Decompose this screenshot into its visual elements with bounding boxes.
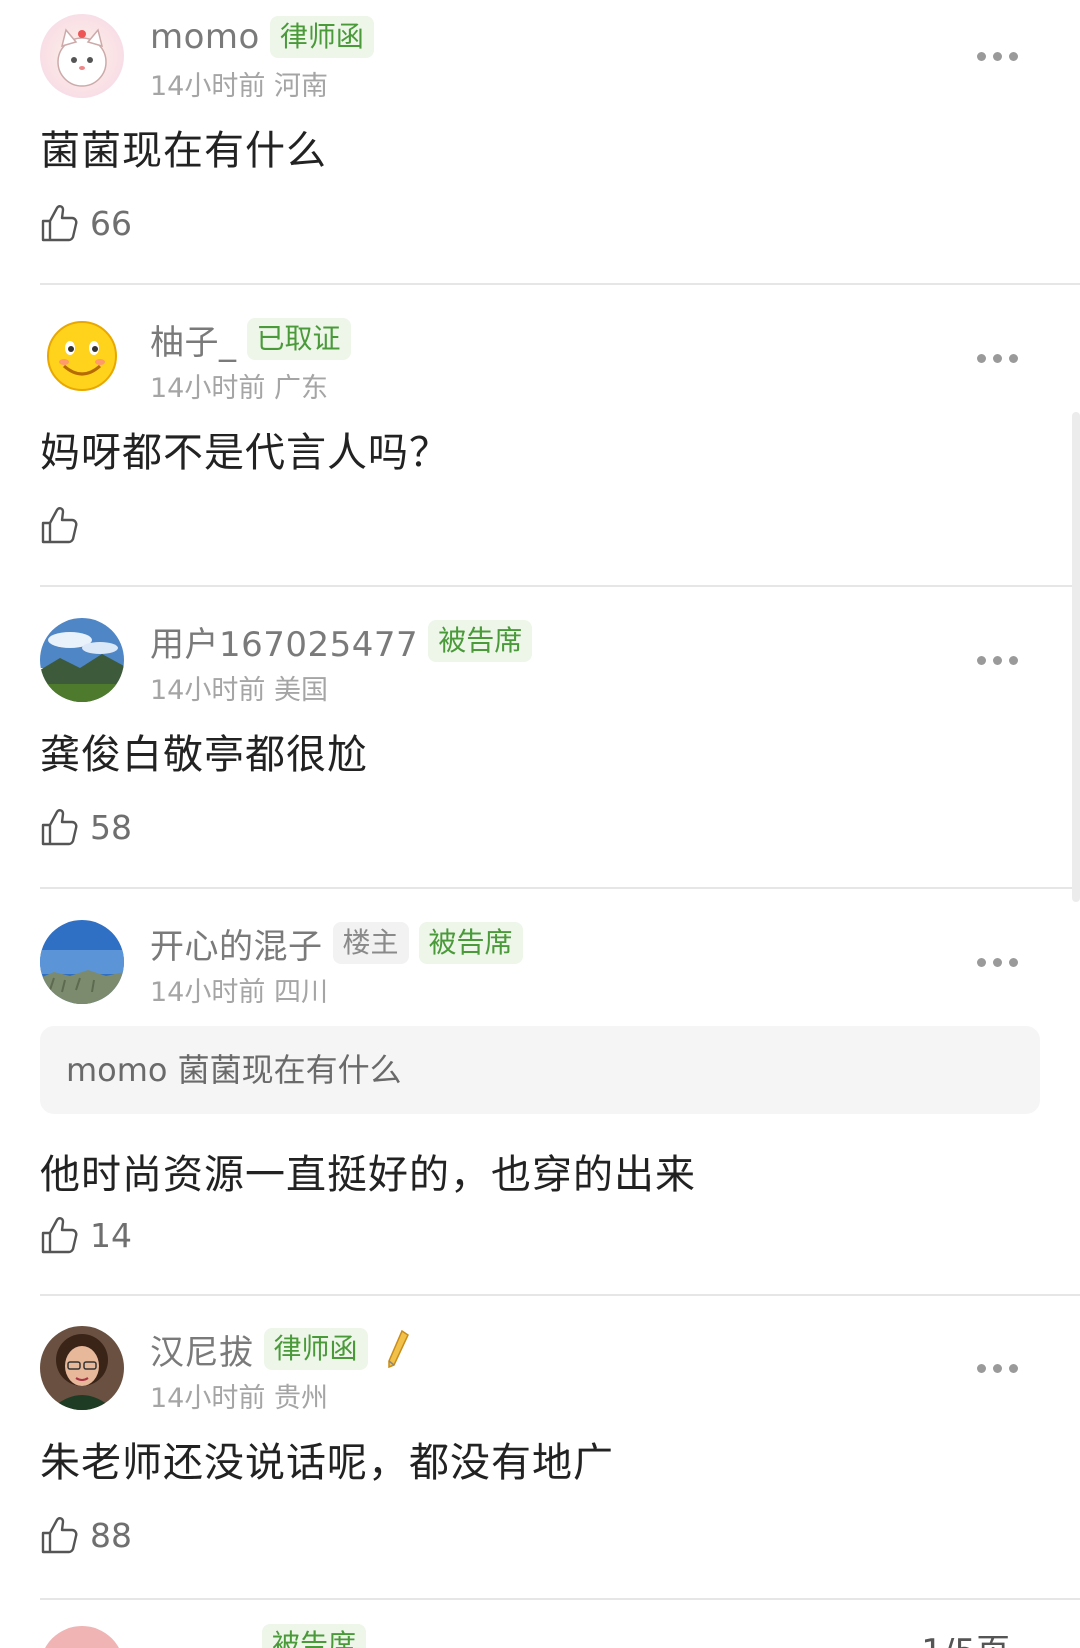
- partial-avatar-icon: [40, 1626, 124, 1648]
- username[interactable]: 开心的混子: [150, 919, 323, 968]
- comment-time: 14小时前: [150, 675, 266, 706]
- comment-text: 菌菌现在有什么: [40, 128, 327, 174]
- thumbs-up-icon: [41, 1517, 78, 1554]
- quoted-reply[interactable]: momo 菌菌现在有什么: [40, 1026, 1040, 1114]
- username[interactable]: 汉尼拔: [150, 1325, 254, 1374]
- comment-text: 朱老师还没说话呢，都没有地广: [40, 1440, 614, 1486]
- like-button[interactable]: 14: [40, 1212, 132, 1258]
- author-badge: 楼主: [332, 922, 409, 964]
- comment-location: 河南: [273, 71, 328, 102]
- comment-location: 广东: [273, 373, 328, 404]
- username[interactable]: 柚子_: [150, 315, 237, 364]
- comment-location: 美国: [273, 675, 328, 706]
- divider: [40, 283, 1080, 285]
- thumbs-up-icon: [41, 809, 78, 846]
- thumbs-up-icon: [41, 507, 78, 544]
- badge: 律师函: [263, 1328, 368, 1370]
- comment-text: 妈呀都不是代言人吗？: [40, 430, 450, 476]
- avatar[interactable]: [40, 1626, 124, 1648]
- like-count: 14: [90, 1215, 132, 1255]
- comment-location: 贵州: [273, 1383, 328, 1414]
- comment-time: 14小时前: [150, 71, 266, 102]
- comment-text: 龚俊白敬亭都很尬: [40, 732, 368, 778]
- like-count: 88: [90, 1515, 132, 1555]
- like-count: 66: [90, 203, 132, 243]
- username[interactable]: 用户167025477: [150, 617, 418, 666]
- name-row: 开心的混子 楼主 被告席: [150, 919, 533, 968]
- comment-meta: 14小时前 河南: [150, 64, 328, 103]
- comment-time: 14小时前: [150, 1383, 266, 1414]
- badge: 被告席: [418, 922, 523, 964]
- avatar[interactable]: [40, 920, 124, 1004]
- comment-meta: 14小时前 广东: [150, 366, 328, 405]
- avatar[interactable]: [40, 1326, 124, 1410]
- pencil-icon: [387, 1329, 409, 1369]
- comment-list-page: momo 律师函 14小时前 河南 菌菌现在有什么 66 柚子_ 已取证 14小…: [0, 0, 1080, 1648]
- avatar[interactable]: [40, 618, 124, 702]
- person-photo-avatar-icon: [40, 1326, 124, 1410]
- comment-time: 14小时前: [150, 977, 266, 1008]
- like-button[interactable]: 66: [40, 200, 132, 246]
- divider: [40, 1598, 1080, 1600]
- divider: [40, 887, 1080, 889]
- landscape-photo-avatar-icon: [40, 618, 124, 702]
- like-button[interactable]: [40, 502, 90, 548]
- comment-meta: 14小时前 四川: [150, 970, 328, 1009]
- avatar[interactable]: [40, 14, 124, 98]
- comment-time: 14小时前: [150, 373, 266, 404]
- more-options-icon[interactable]: [977, 958, 1018, 967]
- page-indicator[interactable]: 1/5页: [921, 1624, 1010, 1648]
- like-count: 58: [90, 807, 132, 847]
- blue-sky-photo-avatar-icon: [40, 920, 124, 1004]
- more-options-icon[interactable]: [977, 1364, 1018, 1373]
- smiley-face-avatar-icon: [40, 316, 124, 400]
- more-options-icon[interactable]: [977, 656, 1018, 665]
- like-button[interactable]: 58: [40, 804, 132, 850]
- badge: 律师函: [269, 16, 374, 58]
- badge: 已取证: [246, 318, 351, 360]
- cartoon-cat-avatar-icon: [40, 14, 124, 98]
- badge: 被告席: [428, 620, 533, 662]
- thumbs-up-icon: [41, 1217, 78, 1254]
- name-row: 被告席: [150, 1622, 376, 1648]
- divider: [40, 1294, 1080, 1296]
- comment-text: 他时尚资源一直挺好的，也穿的出来: [40, 1152, 696, 1198]
- name-row: 汉尼拔 律师函: [150, 1325, 412, 1374]
- more-options-icon[interactable]: [977, 354, 1018, 363]
- comment-location: 四川: [273, 977, 328, 1008]
- scrollbar[interactable]: [1072, 412, 1080, 902]
- badge: 被告席: [262, 1624, 367, 1648]
- username[interactable]: momo: [150, 17, 260, 57]
- name-row: 柚子_ 已取证: [150, 315, 361, 364]
- thumbs-up-icon: [41, 205, 78, 242]
- more-options-icon[interactable]: [977, 52, 1018, 61]
- avatar[interactable]: [40, 316, 124, 400]
- name-row: 用户167025477 被告席: [150, 617, 542, 666]
- like-button[interactable]: 88: [40, 1512, 132, 1558]
- divider: [40, 585, 1080, 587]
- comment-meta: 14小时前 贵州: [150, 1376, 328, 1415]
- name-row: momo 律师函: [150, 14, 384, 60]
- comment-meta: 14小时前 美国: [150, 668, 328, 707]
